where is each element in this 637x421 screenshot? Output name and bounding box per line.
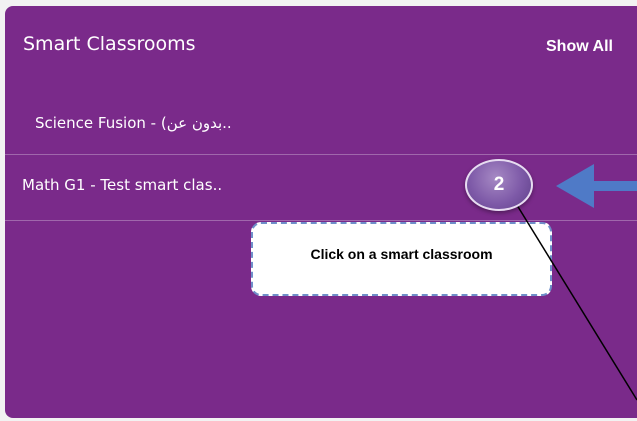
classroom-item-science-fusion[interactable]: Science Fusion - (بدون عن.. (5, 114, 637, 144)
classroom-item-math-g1[interactable]: Math G1 - Test smart clas.. (5, 176, 637, 206)
list-divider (5, 220, 637, 221)
classroom-item-label: Math G1 - Test smart clas.. (22, 176, 223, 194)
step-number-badge: 2 (465, 159, 533, 211)
list-divider (5, 154, 637, 155)
panel-title: Smart Classrooms (23, 33, 196, 55)
instruction-callout: Click on a smart classroom (251, 222, 552, 296)
screenshot-stage: Smart Classrooms Show All Science Fusion… (0, 0, 637, 421)
instruction-text: Click on a smart classroom (310, 246, 493, 262)
smart-classrooms-panel (5, 6, 637, 418)
classroom-item-label: Science Fusion - (بدون عن.. (35, 114, 232, 132)
show-all-link[interactable]: Show All (546, 38, 613, 56)
